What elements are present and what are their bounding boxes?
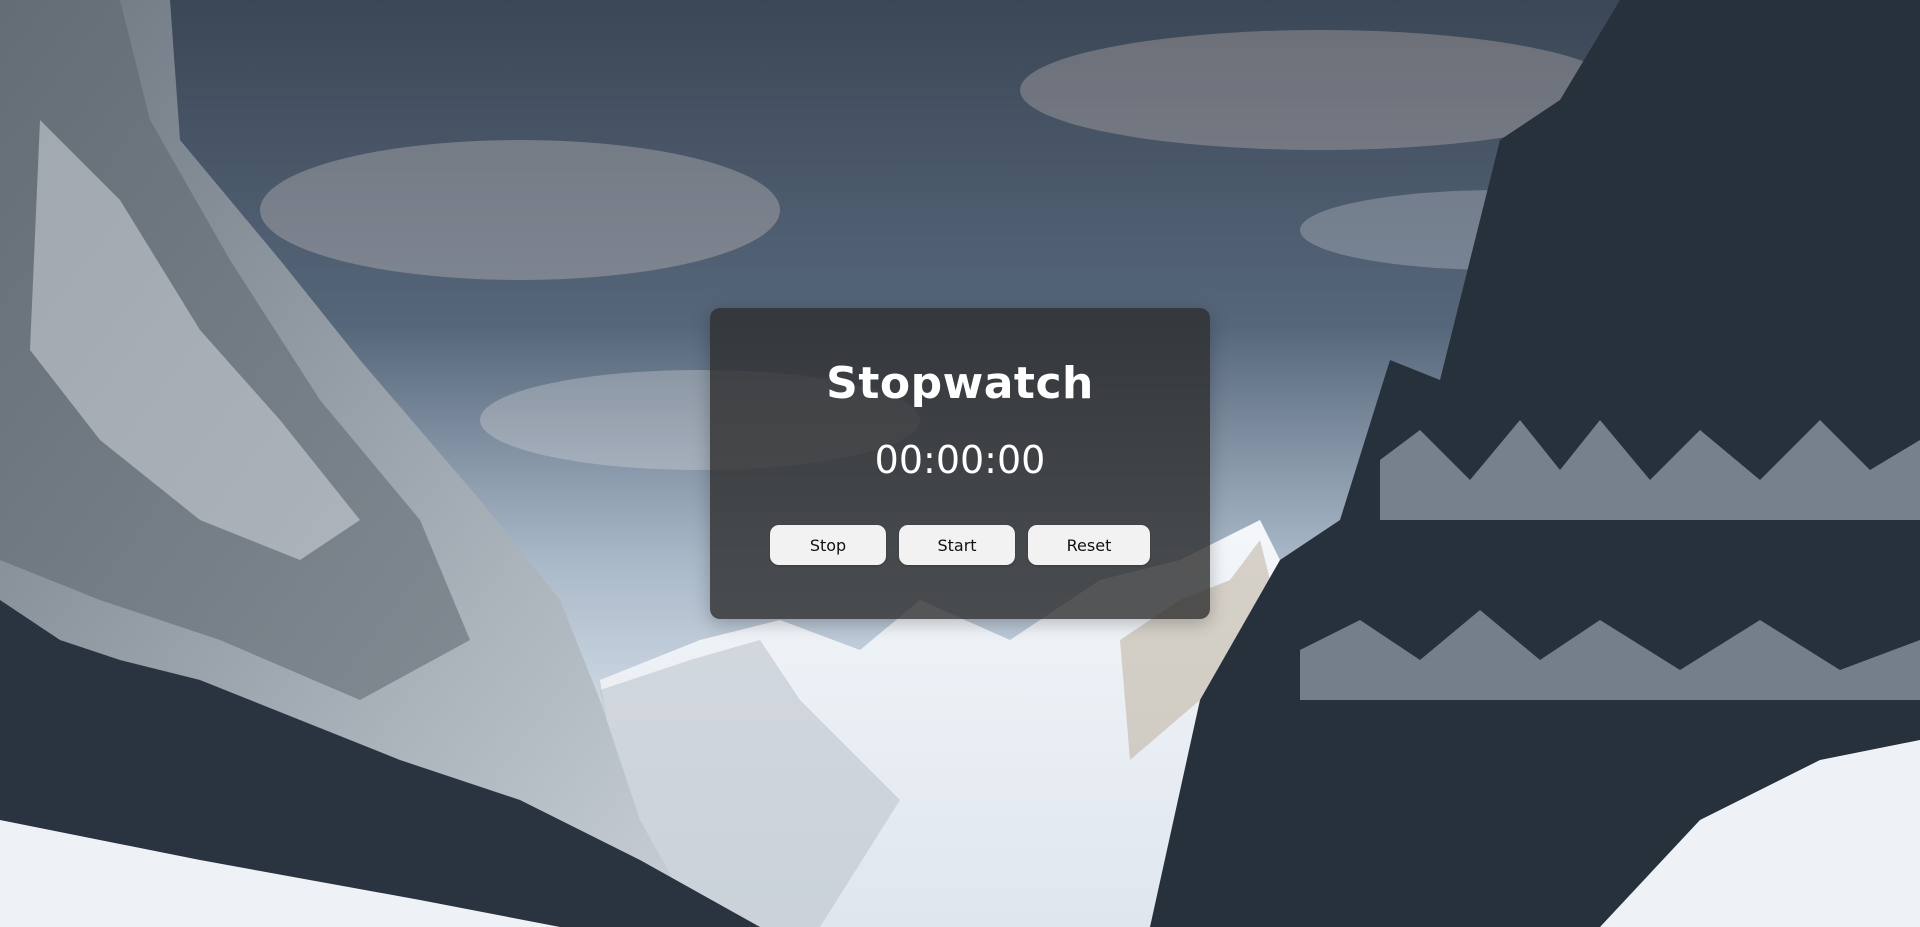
button-row: Stop Start Reset bbox=[710, 525, 1210, 565]
time-display: 00:00:00 bbox=[874, 438, 1046, 482]
background-scene: Stopwatch 00:00:00 Stop Start Reset bbox=[0, 0, 1920, 927]
start-button[interactable]: Start bbox=[899, 525, 1015, 565]
stopwatch-card: Stopwatch 00:00:00 Stop Start Reset bbox=[710, 308, 1210, 619]
stopwatch-title: Stopwatch bbox=[826, 358, 1094, 409]
reset-button[interactable]: Reset bbox=[1028, 525, 1150, 565]
stop-button[interactable]: Stop bbox=[770, 525, 886, 565]
